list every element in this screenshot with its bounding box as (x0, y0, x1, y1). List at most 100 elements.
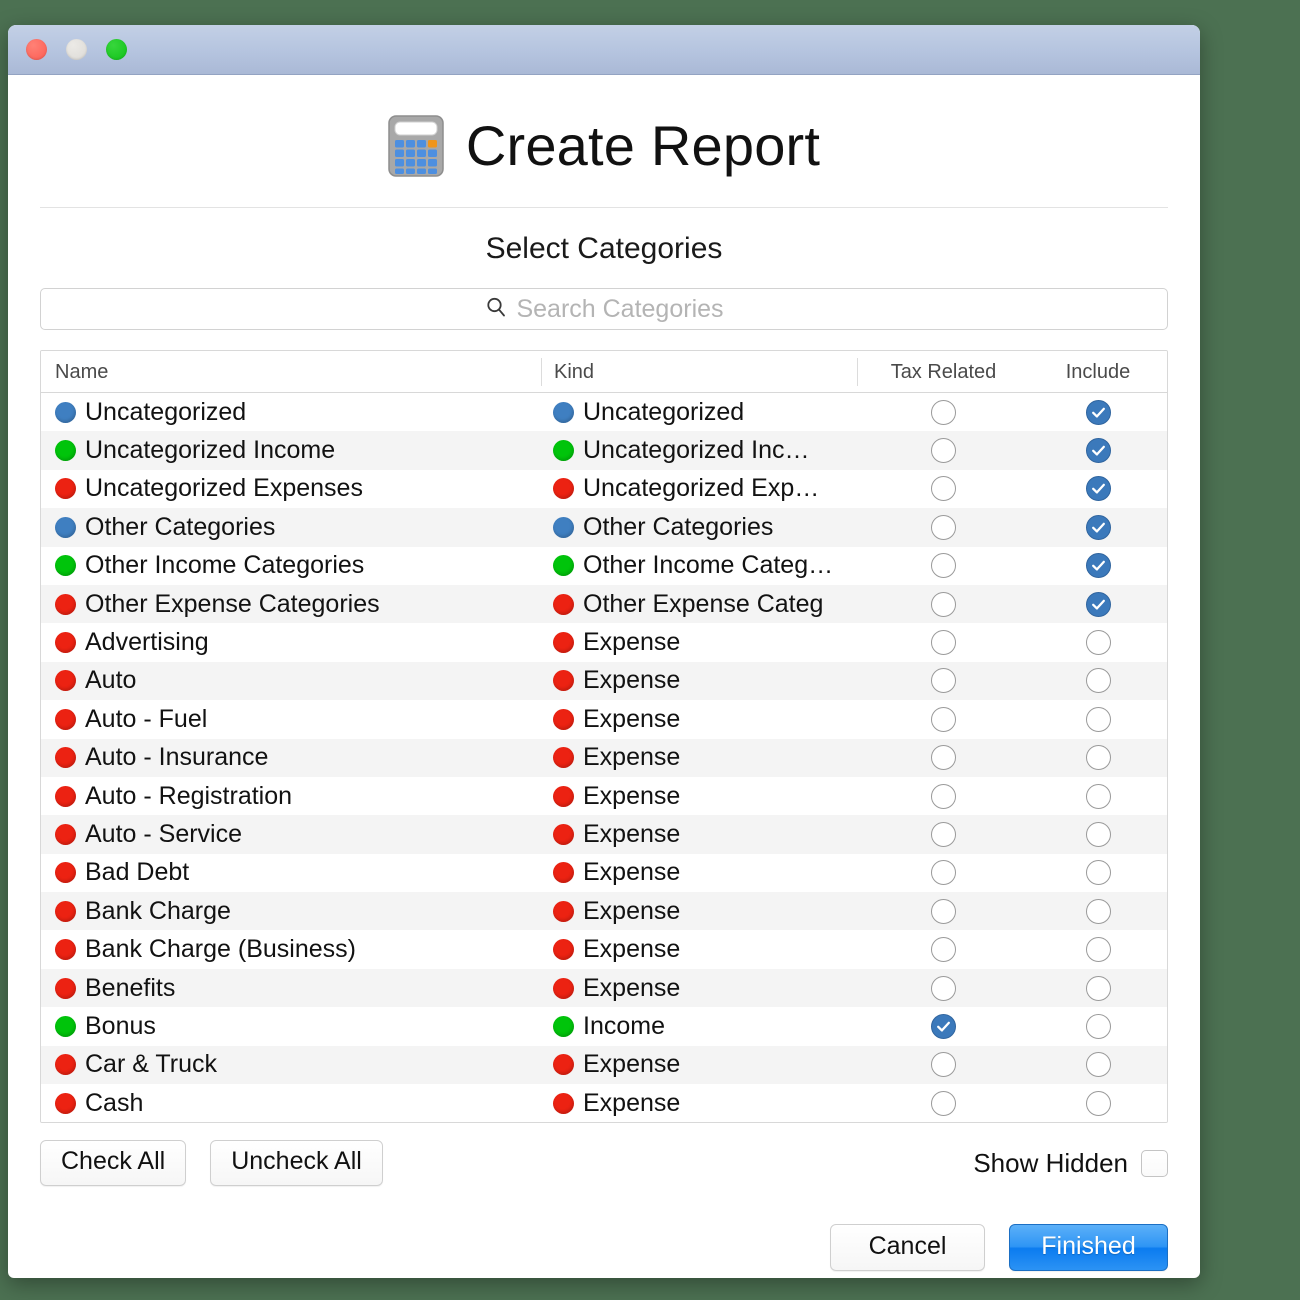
cancel-button[interactable]: Cancel (830, 1223, 985, 1272)
cell-name: Bank Charge (Business) (41, 935, 541, 964)
category-name: Cash (85, 1088, 144, 1117)
category-color-dot (55, 670, 76, 692)
tax-related-checkbox[interactable] (930, 668, 956, 694)
include-checkbox[interactable] (1085, 783, 1111, 809)
table-row[interactable]: Auto - Registration Expense (41, 776, 1167, 816)
include-checkbox[interactable] (1085, 1052, 1111, 1078)
zoom-window-button[interactable] (106, 39, 127, 60)
include-checkbox[interactable] (1085, 937, 1111, 963)
tax-related-checkbox[interactable] (930, 1013, 956, 1039)
cell-include (1029, 476, 1167, 502)
tax-related-checkbox[interactable] (930, 553, 956, 579)
cell-tax-related (857, 438, 1029, 464)
include-checkbox[interactable] (1085, 706, 1111, 732)
table-row[interactable]: Uncategorized Income Uncategorized Inc… (41, 431, 1167, 470)
cell-include (1029, 898, 1167, 924)
column-header-name[interactable]: Name (41, 358, 541, 386)
tax-related-checkbox[interactable] (930, 630, 956, 656)
table-row[interactable]: Auto - Insurance Expense (41, 738, 1167, 777)
cell-include (1029, 514, 1167, 540)
category-color-dot (55, 823, 76, 845)
table-row[interactable]: Auto Expense (41, 661, 1167, 701)
uncheck-all-button[interactable]: Uncheck All (210, 1140, 383, 1186)
include-checkbox[interactable] (1085, 553, 1111, 579)
check-all-button[interactable]: Check All (40, 1140, 187, 1186)
cell-kind: Other Categories (541, 513, 857, 542)
kind-color-dot (553, 939, 574, 961)
cell-name: Auto - Service (41, 820, 541, 849)
category-kind: Expense (583, 819, 681, 848)
table-row[interactable]: Cash Expense (41, 1084, 1167, 1123)
tax-related-checkbox[interactable] (930, 591, 956, 617)
category-kind: Other Expense Categ (583, 589, 824, 618)
tax-related-checkbox[interactable] (930, 860, 956, 886)
close-window-button[interactable] (26, 39, 47, 60)
page-title: Create Report (465, 114, 821, 177)
search-icon (484, 295, 508, 324)
include-checkbox[interactable] (1085, 860, 1111, 886)
finished-button[interactable]: Finished (1009, 1223, 1168, 1272)
cell-include (1029, 399, 1167, 425)
show-hidden-group[interactable]: Show Hidden (973, 1148, 1168, 1179)
minimize-window-button[interactable] (66, 39, 87, 60)
table-row[interactable]: Other Categories Other Categories (41, 508, 1167, 547)
tax-related-checkbox[interactable] (930, 1090, 956, 1116)
tax-related-checkbox[interactable] (930, 821, 956, 847)
tax-related-checkbox[interactable] (930, 1052, 956, 1078)
cell-name: Auto - Insurance (41, 743, 541, 772)
table-row[interactable]: Bonus Income (41, 1007, 1167, 1046)
include-checkbox[interactable] (1085, 399, 1111, 425)
show-hidden-checkbox[interactable] (1141, 1149, 1168, 1177)
tax-related-checkbox[interactable] (930, 399, 956, 425)
tax-related-checkbox[interactable] (930, 745, 956, 771)
include-checkbox[interactable] (1085, 1013, 1111, 1039)
cell-kind: Income (541, 1012, 857, 1041)
table-row[interactable]: Auto - Fuel Expense (41, 700, 1167, 739)
table-row[interactable]: Other Expense Categories Other Expense Ca… (41, 584, 1167, 624)
cell-name: Auto (41, 666, 541, 695)
table-row[interactable]: Uncategorized Expenses Uncategorized Exp… (41, 469, 1167, 509)
column-header-include[interactable]: Include (1029, 358, 1167, 386)
include-checkbox[interactable] (1085, 745, 1111, 771)
include-checkbox[interactable] (1085, 630, 1111, 656)
include-checkbox[interactable] (1085, 668, 1111, 694)
table-row[interactable]: Car & Truck Expense (41, 1045, 1167, 1085)
include-checkbox[interactable] (1085, 476, 1111, 502)
tax-related-checkbox[interactable] (930, 783, 956, 809)
tax-related-checkbox[interactable] (930, 975, 956, 1001)
table-row[interactable]: Bank Charge (Business) Expense (41, 930, 1167, 969)
table-row[interactable]: Auto - Service Expense (41, 815, 1167, 854)
cell-kind: Expense (541, 743, 857, 772)
table-row[interactable]: Other Income Categories Other Income Cate… (41, 546, 1167, 585)
tax-related-checkbox[interactable] (930, 438, 956, 464)
include-checkbox[interactable] (1085, 514, 1111, 540)
cell-name: Auto - Registration (41, 782, 541, 811)
cell-tax-related (857, 399, 1029, 425)
cell-tax-related (857, 821, 1029, 847)
column-header-kind[interactable]: Kind (541, 357, 857, 386)
include-checkbox[interactable] (1085, 1090, 1111, 1116)
tax-related-checkbox[interactable] (930, 937, 956, 963)
table-row[interactable]: Benefits Expense (41, 968, 1167, 1008)
include-checkbox[interactable] (1085, 591, 1111, 617)
section-subtitle: Select Categories (485, 232, 723, 265)
cell-name: Benefits (41, 974, 541, 1003)
tax-related-checkbox[interactable] (930, 898, 956, 924)
tax-related-checkbox[interactable] (930, 476, 956, 502)
category-name: Auto - Service (85, 819, 243, 848)
table-row[interactable]: Uncategorized Uncategorized (41, 393, 1167, 432)
search-input[interactable]: Search Categories (40, 288, 1168, 330)
column-header-tax-related[interactable]: Tax Related (857, 357, 1029, 386)
include-checkbox[interactable] (1085, 898, 1111, 924)
include-checkbox[interactable] (1085, 821, 1111, 847)
table-row[interactable]: Bank Charge Expense (41, 892, 1167, 931)
include-checkbox[interactable] (1085, 438, 1111, 464)
table-row[interactable]: Advertising Expense (41, 623, 1167, 662)
tax-related-checkbox[interactable] (930, 514, 956, 540)
include-checkbox[interactable] (1085, 975, 1111, 1001)
table-row[interactable]: Bad Debt Expense (41, 853, 1167, 893)
category-color-dot (55, 593, 76, 615)
category-color-dot (55, 440, 76, 462)
kind-color-dot (553, 516, 574, 538)
tax-related-checkbox[interactable] (930, 706, 956, 732)
